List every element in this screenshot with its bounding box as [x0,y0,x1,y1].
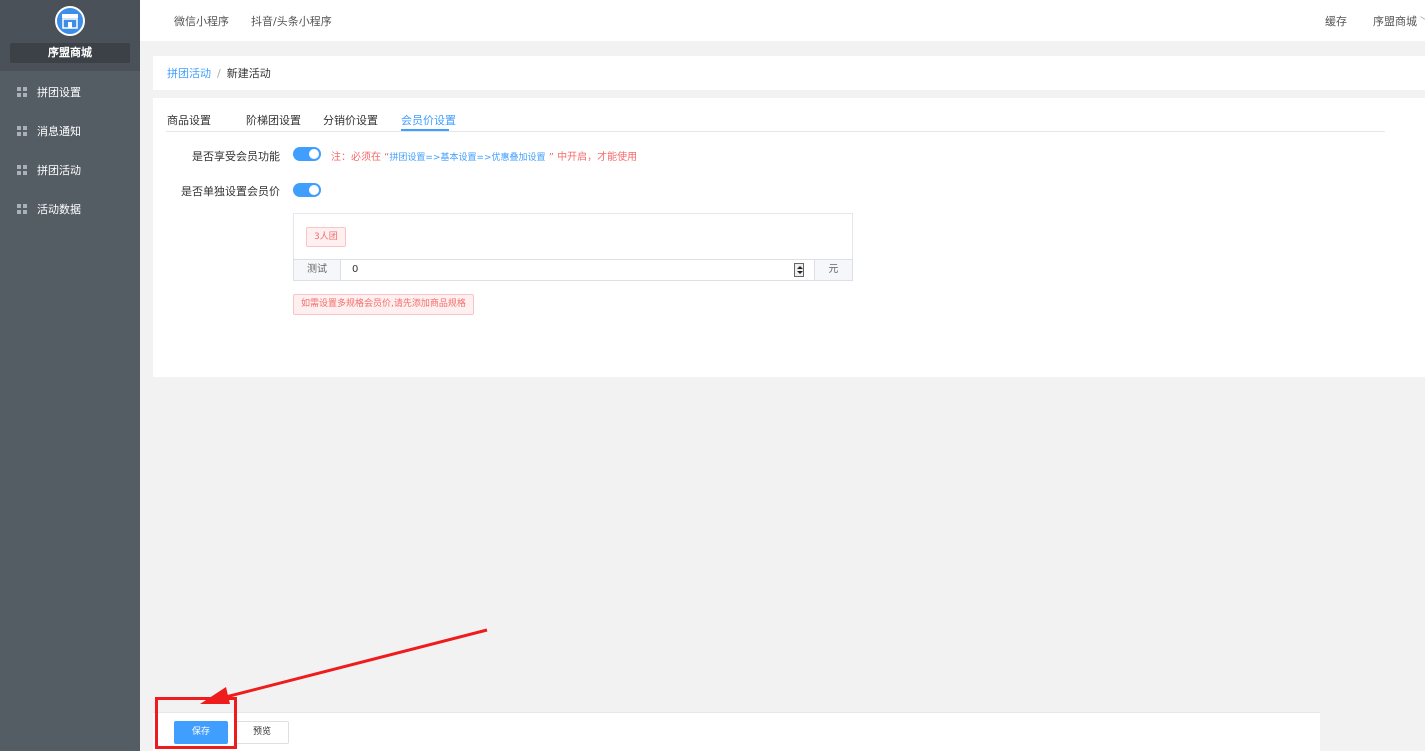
grid-icon [17,125,27,136]
chevron-down-icon[interactable]: ﹀ [1420,14,1425,27]
note-path: 拼团设置=>基本设置=>优惠叠加设置 [389,153,546,163]
logo-area: 序盟商城 [0,0,140,71]
group-size-tag: 3人团 [306,227,346,247]
sidebar-menu: 拼团设置 消息通知 拼团活动 活动数据 [0,72,140,228]
sidebar-item-activity-data[interactable]: 活动数据 [0,189,140,228]
price-input-prefix: 测试 [294,260,341,280]
separate-price-switch[interactable] [293,183,321,197]
tab-tiered-group-settings[interactable]: 阶梯团设置 [246,112,301,128]
sidebar-item-label: 拼团活动 [37,163,81,177]
shop-logo-icon [55,6,85,36]
member-enable-note: 注：必须在 “拼团设置=>基本设置=>优惠叠加设置 ” 中开启，才能使用 [331,148,637,163]
grid-icon [17,203,27,214]
preview-button[interactable]: 预览 [235,721,289,744]
member-price-panel: 商品设置 阶梯团设置 分销价设置 会员价设置 是否享受会员功能 注：必须在 “拼… [153,98,1425,377]
separate-price-label: 是否单独设置会员价 [181,185,280,198]
member-price-input-group: 测试 0 元 [293,259,853,281]
member-price-value: 0 [352,264,359,275]
breadcrumb-current: 新建活动 [226,67,271,80]
shop-name: 序盟商城 [10,43,130,63]
sidebar-item-group-activities[interactable]: 拼团活动 [0,150,140,189]
sidebar-item-notifications[interactable]: 消息通知 [0,111,140,150]
grid-icon [17,86,27,97]
breadcrumb-separator: / [217,66,221,80]
note-prefix: 注：必须在 “ [331,152,390,163]
sidebar: 序盟商城 拼团设置 消息通知 拼团活动 活动数据 [0,0,140,751]
tab-product-settings[interactable]: 商品设置 [167,112,211,128]
top-bar: 微信小程序 抖音/头条小程序 缓存 序盟商城 ﹀ [140,0,1425,41]
annotation-highlight-box [155,697,237,749]
tab-bar: 商品设置 阶梯团设置 分销价设置 会员价设置 [166,98,1385,132]
tab-member-price-settings[interactable]: 会员价设置 [401,112,456,128]
number-spinner-icon[interactable] [794,263,804,277]
member-price-input[interactable]: 0 [341,260,814,280]
sidebar-item-label: 活动数据 [37,202,81,216]
sidebar-item-label: 消息通知 [37,124,81,138]
multi-spec-warning: 如需设置多规格会员价,请先添加商品规格 [293,294,474,315]
bottom-action-bar: 保存 预览 [153,712,1320,751]
top-link-douyin-miniprogram[interactable]: 抖音/头条小程序 [251,13,332,29]
grid-icon [17,164,27,175]
price-input-unit: 元 [814,260,852,280]
breadcrumb-parent[interactable]: 拼团活动 [167,65,211,81]
member-price-spec-box: 3人团 测试 0 元 [293,213,853,281]
sidebar-item-group-settings[interactable]: 拼团设置 [0,72,140,111]
member-enable-switch[interactable] [293,147,321,161]
tab-distribution-price-settings[interactable]: 分销价设置 [323,112,378,128]
cache-button[interactable]: 缓存 [1325,13,1347,29]
breadcrumb: 拼团活动 / 新建活动 [153,56,1425,90]
sidebar-item-label: 拼团设置 [37,85,81,99]
member-enable-label: 是否享受会员功能 [192,150,280,163]
note-suffix: ” 中开启，才能使用 [545,152,638,163]
active-tab-indicator [401,129,449,131]
top-link-wechat-miniprogram[interactable]: 微信小程序 [174,13,229,29]
user-menu[interactable]: 序盟商城 [1373,13,1417,29]
